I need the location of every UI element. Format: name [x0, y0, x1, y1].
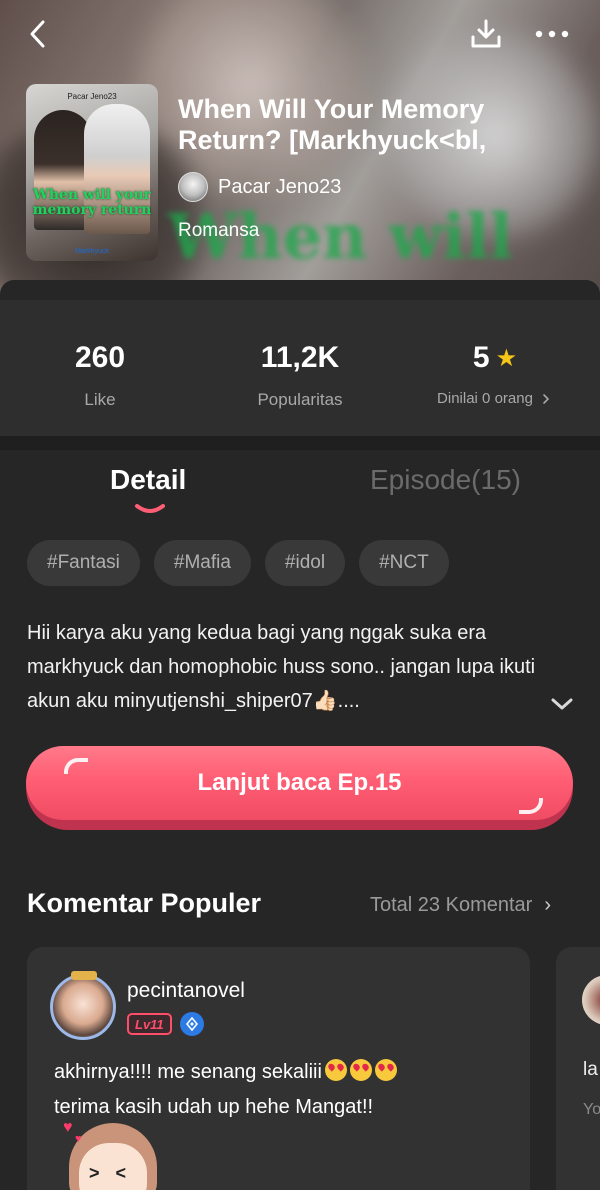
book-cover: Pacar Jeno23 When will your memory retur… — [26, 84, 158, 261]
comment-card[interactable]: pecintanovel Lv11 akhirnya!!!! me senang… — [27, 947, 530, 1190]
book-title: When Will Your Memory Return? [Markhyuck… — [178, 94, 487, 155]
comments-section-title: Komentar Populer — [27, 888, 262, 918]
rating-value: 5 — [472, 341, 490, 374]
tab-episode[interactable]: Episode(15) — [370, 464, 521, 496]
anime-girl-sticker-icon: >< ♥ ♥ — [63, 1119, 163, 1190]
comment-card-partial[interactable]: la Yo — [556, 947, 600, 1190]
comment-subtext-partial: Yo — [583, 1101, 600, 1118]
section-divider — [0, 436, 600, 450]
author-name[interactable]: Pacar Jeno23 — [218, 176, 341, 199]
heart-eyes-emoji-icon — [349, 1059, 372, 1081]
commenter-avatar[interactable] — [50, 971, 116, 1040]
back-button[interactable] — [18, 14, 58, 54]
comment-text-partial: la — [583, 1059, 598, 1080]
tab-detail[interactable]: Detail — [110, 464, 186, 496]
chevron-right-icon: › — [544, 894, 551, 916]
author-avatar[interactable] — [178, 172, 208, 202]
cover-subtitle: Markhyuck — [75, 248, 109, 255]
all-comments-link[interactable]: Total 23 Komentar › — [370, 894, 551, 917]
download-button[interactable] — [466, 14, 506, 54]
chevron-left-icon — [30, 20, 45, 48]
download-icon — [471, 19, 501, 48]
level-badge: Lv11 — [127, 1013, 172, 1035]
cover-author: Pacar Jeno23 — [67, 92, 117, 101]
chevron-right-icon — [543, 393, 550, 404]
tag-chip[interactable]: #NCT — [359, 540, 449, 586]
continue-reading-button[interactable]: Lanjut baca Ep.15 — [26, 746, 573, 830]
rating-label: Dinilai 0 orang — [437, 390, 533, 407]
avatar-frame-crown — [71, 971, 97, 980]
book-description: Hii karya aku yang kedua bagi yang nggak… — [27, 622, 536, 712]
author-row[interactable]: Pacar Jeno23 — [178, 172, 341, 202]
cover-title: When will your memory return — [32, 187, 152, 218]
continue-reading-label: Lanjut baca Ep.15 — [197, 769, 402, 796]
expand-description-button[interactable] — [548, 690, 576, 718]
comment-text: akhirnya!!!! me senang sekaliii terima k… — [54, 1055, 514, 1125]
stat-popularity: 11,2K Popularitas — [257, 341, 343, 409]
tag-chip[interactable]: #Fantasi — [27, 540, 140, 586]
stat-rating[interactable]: 5 ★ Dinilai 0 orang — [430, 340, 560, 407]
more-options-button[interactable] — [532, 14, 572, 54]
commenter-name[interactable]: pecintanovel — [127, 979, 245, 1003]
more-horizontal-icon — [535, 30, 569, 38]
genre-label: Romansa — [178, 220, 260, 241]
diamond-badge-icon — [180, 1012, 204, 1036]
heart-eyes-emoji-icon — [324, 1059, 347, 1081]
tag-chip[interactable]: #Mafia — [153, 540, 251, 586]
tag-list: #Fantasi #Mafia #idol #NCT — [27, 540, 463, 586]
commenter-avatar[interactable] — [582, 975, 600, 1025]
tag-chip[interactable]: #idol — [264, 540, 346, 586]
stat-likes: 260 Like — [74, 341, 126, 409]
stats-bar: 260 Like 11,2K Popularitas 5 ★ Dinilai 0… — [0, 300, 600, 436]
active-tab-indicator — [135, 504, 165, 513]
star-icon: ★ — [495, 344, 518, 372]
heart-eyes-emoji-icon — [374, 1059, 397, 1081]
